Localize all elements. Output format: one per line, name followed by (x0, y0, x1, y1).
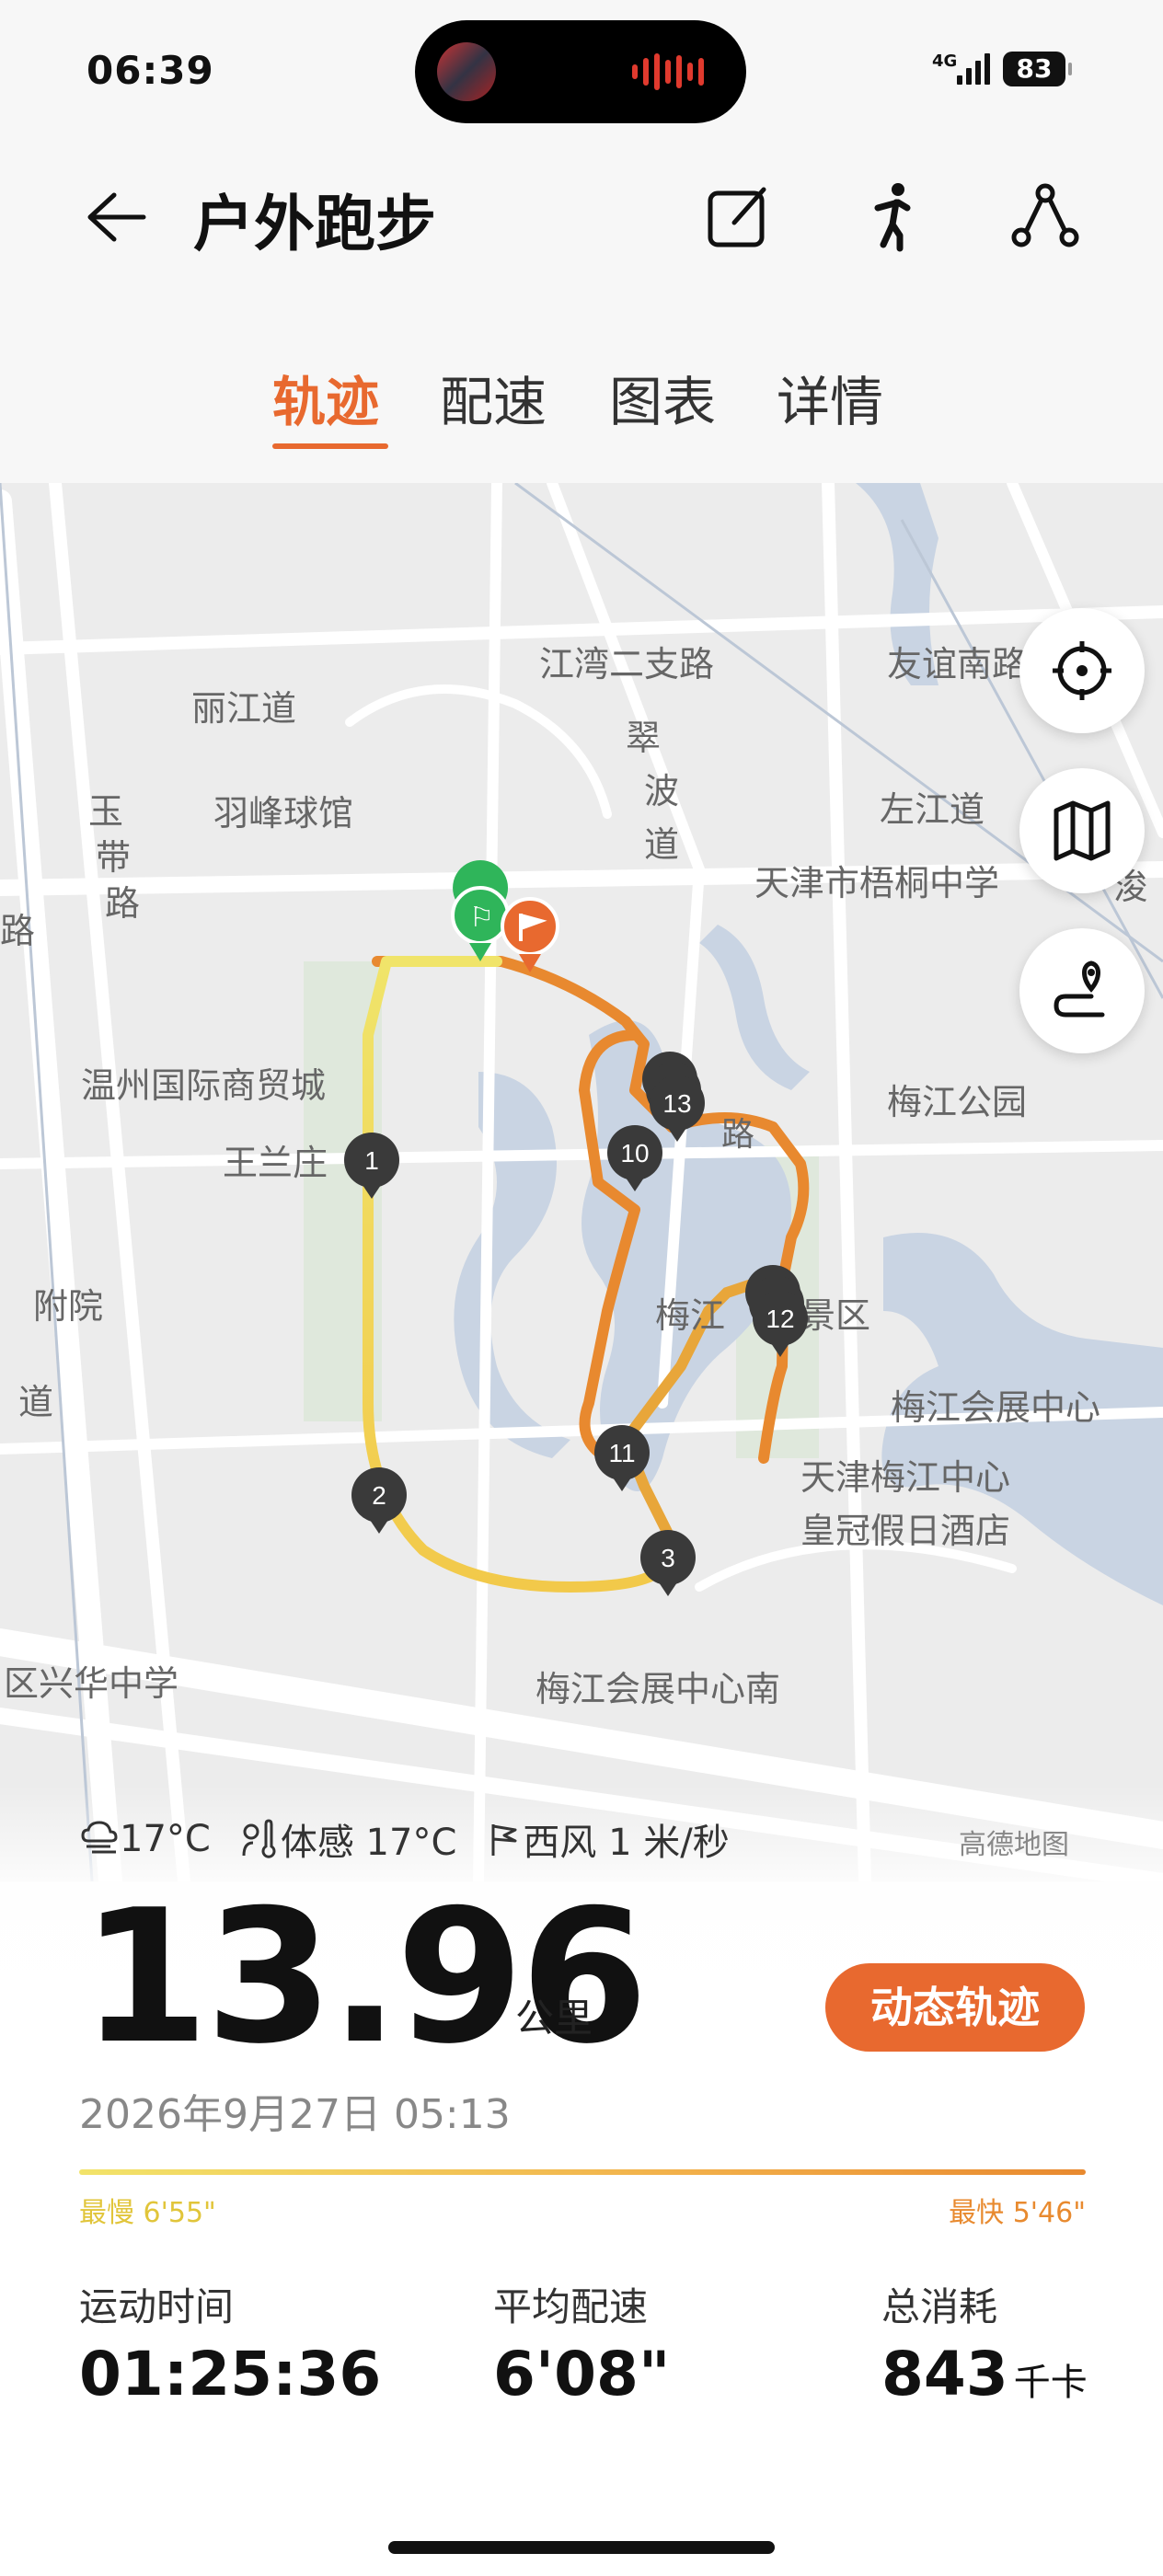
distance-value: 13.96 (81, 1870, 649, 2085)
pace-gradient-bar (79, 2169, 1086, 2175)
svg-text:⚐: ⚐ (469, 903, 494, 933)
svg-text:11: 11 (608, 1439, 635, 1467)
map-label: 江湾二支路 (539, 646, 714, 684)
fastest-pace: 最快 5'46" (949, 2197, 1086, 2229)
edit-button[interactable] (703, 180, 777, 254)
map-label: 天津梅江中心 (800, 1459, 1010, 1498)
map-label: 梅江公园 (887, 1084, 1027, 1122)
tab-details[interactable]: 详情 (777, 359, 883, 436)
map-label: 左江道 (880, 791, 985, 830)
feels-like: 体感 17°C (280, 1822, 457, 1864)
route-pin-button[interactable] (1019, 928, 1145, 1053)
media-thumbnail (437, 42, 496, 101)
svg-text:2: 2 (372, 1481, 386, 1510)
workout-date: 2026年9月27日 05:13 (79, 2091, 511, 2138)
audio-wave-icon (632, 52, 704, 92)
svg-text:1: 1 (364, 1146, 379, 1175)
tab-bar: 轨迹 配速 图表 详情 (0, 350, 1163, 449)
map-label: 丽江道 (191, 690, 296, 729)
route-pin-icon (1054, 960, 1105, 1018)
runner-icon (874, 183, 911, 252)
stat-value-calories: 843 千卡 (881, 2339, 1088, 2409)
route-share-button[interactable] (1008, 180, 1082, 254)
map-label: 路 (0, 913, 35, 951)
signal-icon (957, 52, 990, 85)
status-time: 06:39 (86, 48, 214, 93)
tab-charts[interactable]: 图表 (609, 359, 716, 436)
weather-row: 17°C 体感 17°C 西风 1 米/秒 (79, 1812, 737, 1866)
tab-track[interactable]: 轨迹 (272, 359, 379, 436)
map-label: 波 (644, 773, 679, 811)
stat-label-duration: 运动时间 (79, 2284, 235, 2329)
stat-label-calories: 总消耗 (881, 2284, 998, 2329)
home-indicator[interactable] (388, 2541, 775, 2554)
stat-label-pace: 平均配速 (493, 2284, 649, 2329)
wind-flag-icon (491, 1824, 517, 1856)
dynamic-track-button[interactable]: 动态轨迹 (825, 1963, 1085, 2052)
stat-value-pace: 6'08" (493, 2339, 671, 2409)
route-map[interactable]: 江湾二支路 友谊南路 丽江道 玉 带 路 翠 波 道 羽峰球馆 左江道 天津市梧… (0, 483, 1163, 1881)
svg-text:3: 3 (661, 1544, 675, 1572)
map-canvas: 江湾二支路 友谊南路 丽江道 玉 带 路 翠 波 道 羽峰球馆 左江道 天津市梧… (0, 483, 1163, 1881)
stat-value-duration: 01:25:36 (79, 2339, 382, 2409)
svg-text:12: 12 (766, 1305, 794, 1333)
map-label: 梅江 (655, 1297, 725, 1336)
route-share-icon (1011, 183, 1079, 247)
back-arrow-icon (87, 192, 146, 242)
svg-text:10: 10 (620, 1139, 649, 1167)
dynamic-island[interactable] (415, 20, 746, 123)
wind: 西风 1 米/秒 (523, 1822, 730, 1864)
weather-icon (81, 1821, 118, 1854)
locate-button[interactable] (1019, 608, 1145, 733)
map-label: 王兰庄 (223, 1144, 328, 1183)
edit-icon (708, 187, 766, 247)
svg-text:13: 13 (662, 1089, 691, 1118)
network-type: 4G (932, 52, 958, 71)
calories-unit: 千卡 (1013, 2362, 1088, 2404)
feels-like-icon (242, 1819, 276, 1858)
map-label: 区兴华中学 (4, 1665, 178, 1704)
map-label: 路 (105, 885, 140, 924)
map-label: 带 (96, 839, 131, 878)
calories-number: 843 (881, 2339, 1008, 2409)
map-label: 温州国际商贸城 (81, 1067, 326, 1106)
page-title: 户外跑步 (193, 189, 436, 259)
locate-icon (1053, 641, 1111, 700)
map-label: 玉 (88, 793, 123, 832)
map-label: 景区 (800, 1297, 870, 1336)
map-label: 羽峰球馆 (213, 795, 353, 834)
map-label: 天津市梧桐中学 (754, 865, 999, 903)
map-label: 路 (721, 1115, 754, 1153)
map-label: 翠 (626, 719, 661, 758)
map-label: 梅江会展中心南 (535, 1671, 780, 1709)
map-layer-icon (1054, 800, 1111, 861)
posture-button[interactable] (856, 180, 929, 254)
status-bar: 06:39 4G 83 (0, 0, 1163, 138)
temperature: 17°C (120, 1818, 211, 1860)
map-provider: 高德地图 (959, 1829, 1069, 1861)
map-label: 附院 (33, 1288, 103, 1327)
slowest-pace: 最慢 6'55" (79, 2197, 216, 2229)
map-label: 友谊南路 (887, 646, 1027, 684)
map-layer-button[interactable] (1019, 768, 1145, 893)
map-label: 道 (644, 826, 679, 865)
map-label: 皇冠假日酒店 (800, 1512, 1010, 1551)
map-label: 道 (18, 1384, 53, 1422)
back-button[interactable] (77, 180, 151, 254)
battery-indicator: 83 (1003, 52, 1072, 86)
active-tab-indicator (272, 443, 388, 449)
app-header: 户外跑步 (0, 156, 1163, 276)
map-label: 梅江会展中心 (891, 1389, 1100, 1428)
summary-panel: 17°C 体感 17°C 西风 1 米/秒 高德地图 13.96 公里 动态轨迹… (0, 1785, 1163, 2576)
tab-pace[interactable]: 配速 (440, 359, 547, 436)
distance-unit: 公里 (515, 1995, 593, 2041)
